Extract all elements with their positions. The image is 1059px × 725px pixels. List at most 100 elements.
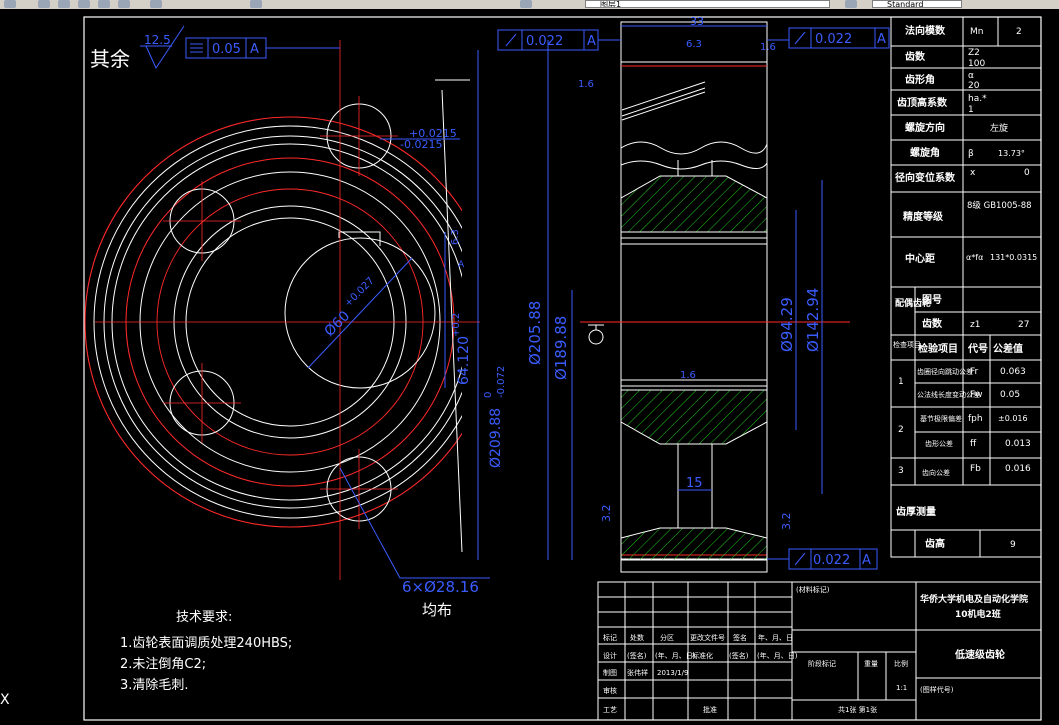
header-count: 处数 <box>630 633 644 642</box>
tip-circle-left-tol-upper: 0 <box>483 392 494 398</box>
param-val-8: 131*0.0315 <box>990 253 1037 262</box>
rough-bottom-right: 3.2 <box>780 513 793 531</box>
keyway-tol-lower: -0.0215 <box>400 138 442 151</box>
drawing-code: (图样代号) <box>920 685 954 694</box>
layer-manager-icon[interactable] <box>520 0 532 8</box>
symmetry-value: 0.05 <box>212 42 241 57</box>
approve-label: 批准 <box>703 705 717 714</box>
inspection-item-header: 检验项目 <box>918 342 958 355</box>
param-name-2: 齿形角 <box>905 73 935 86</box>
rim-section-lower <box>620 527 768 561</box>
std-label: 标准化 <box>692 651 713 660</box>
header-date: 年、月、日 <box>758 633 793 642</box>
param-name-3: 齿顶高系数 <box>897 96 948 109</box>
rough-web: 1.6 <box>680 370 696 381</box>
surface-note-label: 其余 <box>90 47 130 71</box>
inspection-tol-3: 0.013 <box>1005 439 1031 449</box>
param-sym-3: ha.* <box>968 94 987 104</box>
web-width-dim: 15 <box>686 476 703 491</box>
param-sym-8: α*fα <box>966 253 983 262</box>
scale-label: 比例 <box>894 659 908 668</box>
inspection-tol-2: ±0.016 <box>998 414 1028 423</box>
param-name-4: 螺旋方向 <box>905 121 945 134</box>
runout-bottom-datum: A <box>862 553 871 568</box>
class-name: 10机电2班 <box>955 608 1001 620</box>
param-name-7: 精度等级 <box>903 210 944 223</box>
runout-right-datum: A <box>877 32 886 47</box>
runout-right-value: 0.022 <box>815 32 852 47</box>
rough-face-right: 1.6 <box>760 42 776 53</box>
param-val-4: 左旋 <box>990 122 1008 134</box>
header-zone: 分区 <box>660 633 674 642</box>
inspection-code-header: 代号 <box>967 342 988 355</box>
mating-teeth-label: 齿数 <box>922 317 943 330</box>
rough-face-left: 1.6 <box>578 79 594 90</box>
param-name-5: 螺旋角 <box>910 146 940 159</box>
thickness-item: 齿高 <box>925 537 945 550</box>
param-sym-1: Z2 <box>968 48 980 58</box>
part-name: 低速级齿轮 <box>954 648 1005 661</box>
sheet-label: 共1张 第1张 <box>838 705 877 714</box>
thickness-val: 9 <box>1010 540 1016 550</box>
mating-teeth-val: 27 <box>1018 320 1029 330</box>
keyway-roughness: 6.3 <box>450 229 461 245</box>
param-name-1: 齿数 <box>905 50 926 63</box>
zoom-icon[interactable] <box>38 0 50 8</box>
inspection-tol-1: 0.05 <box>1000 390 1020 400</box>
face-width-dim: 33 <box>690 15 704 28</box>
tech-req-item-1: 1.齿轮表面调质处理240HBS; <box>120 636 292 651</box>
param-name-6: 径向变位系数 <box>895 171 956 184</box>
pan-icon[interactable] <box>58 0 70 8</box>
new-file-icon[interactable] <box>4 0 16 8</box>
properties-icon[interactable] <box>150 0 162 8</box>
design-label: 设计 <box>603 651 617 660</box>
keyway-depth-tol: +0.2 <box>451 313 462 337</box>
param-val-2: 20 <box>968 81 980 91</box>
inspection-group-header: 检查项目 <box>893 340 921 349</box>
header-mark: 标记 <box>603 633 617 642</box>
param-name-0: 法向模数 <box>905 24 946 37</box>
hub-dia-dim: Ø94.29 <box>778 297 796 352</box>
header-change-doc: 更改文件号 <box>690 633 725 642</box>
runout-left-datum: A <box>587 34 596 49</box>
style-icon[interactable] <box>845 0 857 8</box>
calculator-icon[interactable] <box>250 0 262 8</box>
inspection-code-4: Fb <box>970 464 981 474</box>
std-date: (年、月、日) <box>757 651 798 660</box>
drawing-canvas: 其余 12.5 0.05 A +0.0215 -0.0215 Ø60 +0.02… <box>0 9 1059 725</box>
holes-dim: 6×Ø28.16 <box>402 578 479 596</box>
tip-circle-left-dim: Ø209.88 <box>488 408 504 468</box>
inspection-code-2: fph <box>968 414 983 424</box>
rough-top: 6.3 <box>686 39 702 50</box>
inspection-code-1: Fw <box>970 390 983 400</box>
inspection-code-3: ff <box>970 439 977 449</box>
layer-select[interactable]: 图层1 <box>585 0 830 8</box>
runout-left-value: 0.022 <box>526 34 563 49</box>
std-sign: (签名) <box>729 651 749 660</box>
param-val-0: 2 <box>1016 27 1022 37</box>
roughness-value: 12.5 <box>144 33 171 47</box>
keyway-depth-dim: 64.120 <box>456 336 472 385</box>
match-properties-icon[interactable] <box>118 0 130 8</box>
design-date: (年、月、日) <box>655 651 696 660</box>
holes-note: 均布 <box>422 601 452 619</box>
header-sign: 签名 <box>733 633 747 642</box>
tech-req-item-2: 2.未注倒角C2; <box>120 657 206 672</box>
command-line-fragment[interactable]: X <box>0 692 10 708</box>
reviewer: 张伟祥 <box>627 668 648 677</box>
param-val-5: 13.73° <box>998 149 1025 158</box>
style-select[interactable]: Standard <box>872 0 962 8</box>
inspection-item-4: 齿向公差 <box>922 468 950 477</box>
tip-circle-left-tol-lower: -0.072 <box>496 366 507 398</box>
param-sym-2: α <box>968 71 974 81</box>
review-label: 审核 <box>603 686 617 695</box>
outer-dia-dim: Ø205.88 <box>526 301 544 365</box>
datum-a-marker: A <box>458 260 465 270</box>
undo-icon[interactable] <box>78 0 90 8</box>
tech-req-title: 技术要求: <box>176 610 232 625</box>
scale-value: 1:1 <box>896 684 907 692</box>
redo-icon[interactable] <box>98 0 110 8</box>
mating-teeth-sym: z1 <box>970 320 980 330</box>
param-val-3: 1 <box>968 105 974 115</box>
inspection-item-3: 齿形公差 <box>925 439 953 448</box>
